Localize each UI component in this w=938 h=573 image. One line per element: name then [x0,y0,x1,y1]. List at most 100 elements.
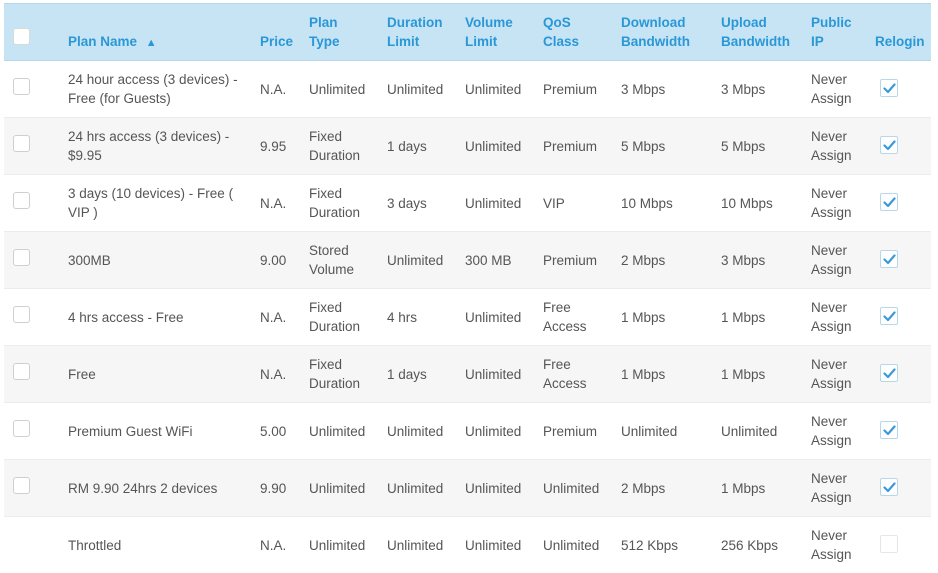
relogin-checkbox[interactable] [880,136,898,154]
qos-class-cell-line: Premium [543,138,598,154]
download-bandwidth-cell-text: 5 Mbps [621,138,666,154]
download-bandwidth-cell-text: 1 Mbps [621,309,666,325]
qos-class-cell-text: Premium [543,251,597,270]
price-cell-text: N.A. [260,537,287,553]
plan-type-cell-line: Unlimited [309,480,366,496]
public-ip-cell: Never Assign [811,61,873,117]
qos-class-cell-line: Access [543,319,587,334]
volume-limit-cell: Unlimited [465,118,541,174]
table-row[interactable]: RM 9.90 24hrs 2 devices 9.90 Unlimited Unli… [4,460,931,517]
public-ip-cell-text: Never Assign [811,127,852,165]
plan-name-cell-text: RM 9.90 24hrs 2 devices [68,479,217,498]
table-row[interactable]: Premium Guest WiFi 5.00 Unlimited Unlimited… [4,403,931,460]
col-price[interactable]: Price [260,32,293,51]
row-select-checkbox[interactable] [13,192,30,209]
plan-name-cell-line: RM 9.90 24hrs 2 devices [68,480,218,496]
qos-class-cell: Free Access [543,289,619,345]
table-row[interactable]: 3 days (10 devices) - Free (VIP ) N.A. Fix… [4,175,931,232]
col-plan-type[interactable]: Plan Type [309,13,340,51]
relogin-checkbox[interactable] [880,364,898,382]
col-upload-bandwidth[interactable]: Upload Bandwidth [721,13,790,51]
volume-limit-cell-text: Unlimited [465,537,522,553]
checkmark-icon [882,481,896,492]
col-upload-bandwidth-line: Bandwidth [721,34,790,49]
row-select-checkbox[interactable] [13,420,30,437]
plan-type-cell-line: Fixed [309,300,343,315]
col-duration-limit[interactable]: Duration Limit [387,13,443,51]
volume-limit-cell: 300 MB [465,232,541,288]
plan-type-cell-text: Fixed Duration [309,184,360,222]
plan-name-cell-text: 24 hour access (3 devices) - Free (for Gu… [68,70,238,108]
row-select-checkbox[interactable] [13,249,30,266]
table-row[interactable]: Free N.A. Fixed Duration 1 days Unlimited Free… [4,346,931,403]
row-select-checkbox[interactable] [13,78,30,95]
public-ip-cell-text: Never Assign [811,298,852,336]
duration-limit-cell: Unlimited [387,61,463,117]
public-ip-cell-line: Never [811,414,848,429]
duration-limit-cell-text: 4 hrs [387,309,418,325]
row-select-checkbox[interactable] [13,477,30,494]
qos-class-cell-text: VIP [543,194,565,213]
price-cell-text: 9.90 [260,480,287,496]
col-download-bandwidth[interactable]: Download Bandwidth [621,13,690,51]
public-ip-cell-line: Assign [811,91,852,106]
col-qos-class[interactable]: QoS Class [543,13,579,51]
relogin-checkbox[interactable] [880,250,898,268]
checkmark-icon [882,367,896,378]
relogin-checkbox[interactable] [880,478,898,496]
volume-limit-cell-text: Unlimited [465,195,522,211]
upload-bandwidth-cell-text: Unlimited [721,423,778,439]
duration-limit-cell: 1 days [387,346,463,402]
relogin-checkbox[interactable] [880,193,898,211]
select-all-checkbox[interactable] [13,28,30,45]
col-qos-class-line: Class [543,34,580,49]
col-plan-name[interactable]: Plan Name ▲ [68,32,157,53]
plan-type-cell-line: Duration [309,148,361,163]
plan-type-cell: Unlimited [309,460,385,516]
public-ip-cell-text: Never Assign [811,355,852,393]
download-bandwidth-cell-text: 10 Mbps [621,195,673,211]
price-cell: 9.95 [260,118,305,174]
qos-class-cell-line: Unlimited [543,480,600,496]
public-ip-cell-line: Never [811,72,848,87]
price-cell: N.A. [260,61,305,117]
relogin-checkbox[interactable] [880,535,898,553]
upload-bandwidth-cell-text: 1 Mbps [721,480,766,496]
public-ip-cell-text: Never Assign [811,241,852,279]
col-volume-limit[interactable]: Volume Limit [465,13,513,51]
table-row[interactable]: Throttled N.A. Unlimited Unlimited Unlimited… [4,517,931,573]
plan-type-cell-line: Fixed [309,357,343,372]
duration-limit-cell: Unlimited [387,403,463,459]
relogin-checkbox[interactable] [880,421,898,439]
table-row[interactable]: 24 hour access (3 devices) - Free (for Gu… [4,61,931,118]
plan-name-cell-text: 4 hrs access - Free [68,308,184,327]
table-row[interactable]: 4 hrs access - Free N.A. Fixed Duration 4 hr… [4,289,931,346]
plan-name-cell: 300MB [68,232,253,288]
upload-bandwidth-cell: 10 Mbps [721,175,809,231]
plan-type-cell: Unlimited [309,517,385,573]
duration-limit-cell: Unlimited [387,460,463,516]
duration-limit-cell-text: 1 days [387,138,427,154]
duration-limit-cell: 3 days [387,175,463,231]
price-cell-text: N.A. [260,366,287,382]
qos-class-cell: VIP [543,175,619,231]
price-cell: 9.90 [260,460,305,516]
col-relogin[interactable]: Relogin [875,32,925,51]
col-public-ip[interactable]: Public IP [811,13,852,51]
price-cell: N.A. [260,289,305,345]
qos-class-cell: Premium [543,118,619,174]
plan-name-cell: 24 hrs access (3 devices) - $9.95 [68,118,253,174]
relogin-checkbox[interactable] [880,307,898,325]
row-select-checkbox[interactable] [13,135,30,152]
relogin-checkbox[interactable] [880,79,898,97]
table-row[interactable]: 300MB 9.00 Stored Volume Unlimited 300 MB Prem… [4,232,931,289]
qos-class-cell: Premium [543,232,619,288]
row-select-checkbox[interactable] [13,363,30,380]
row-select-checkbox[interactable] [13,306,30,323]
upload-bandwidth-cell-text: 3 Mbps [721,252,766,268]
volume-limit-cell-text: Unlimited [465,309,522,325]
upload-bandwidth-cell: 5 Mbps [721,118,809,174]
table-row[interactable]: 24 hrs access (3 devices) - $9.95 9.95 Fixe… [4,118,931,175]
plan-name-cell-text: Free [68,365,96,384]
download-bandwidth-cell: 10 Mbps [621,175,719,231]
